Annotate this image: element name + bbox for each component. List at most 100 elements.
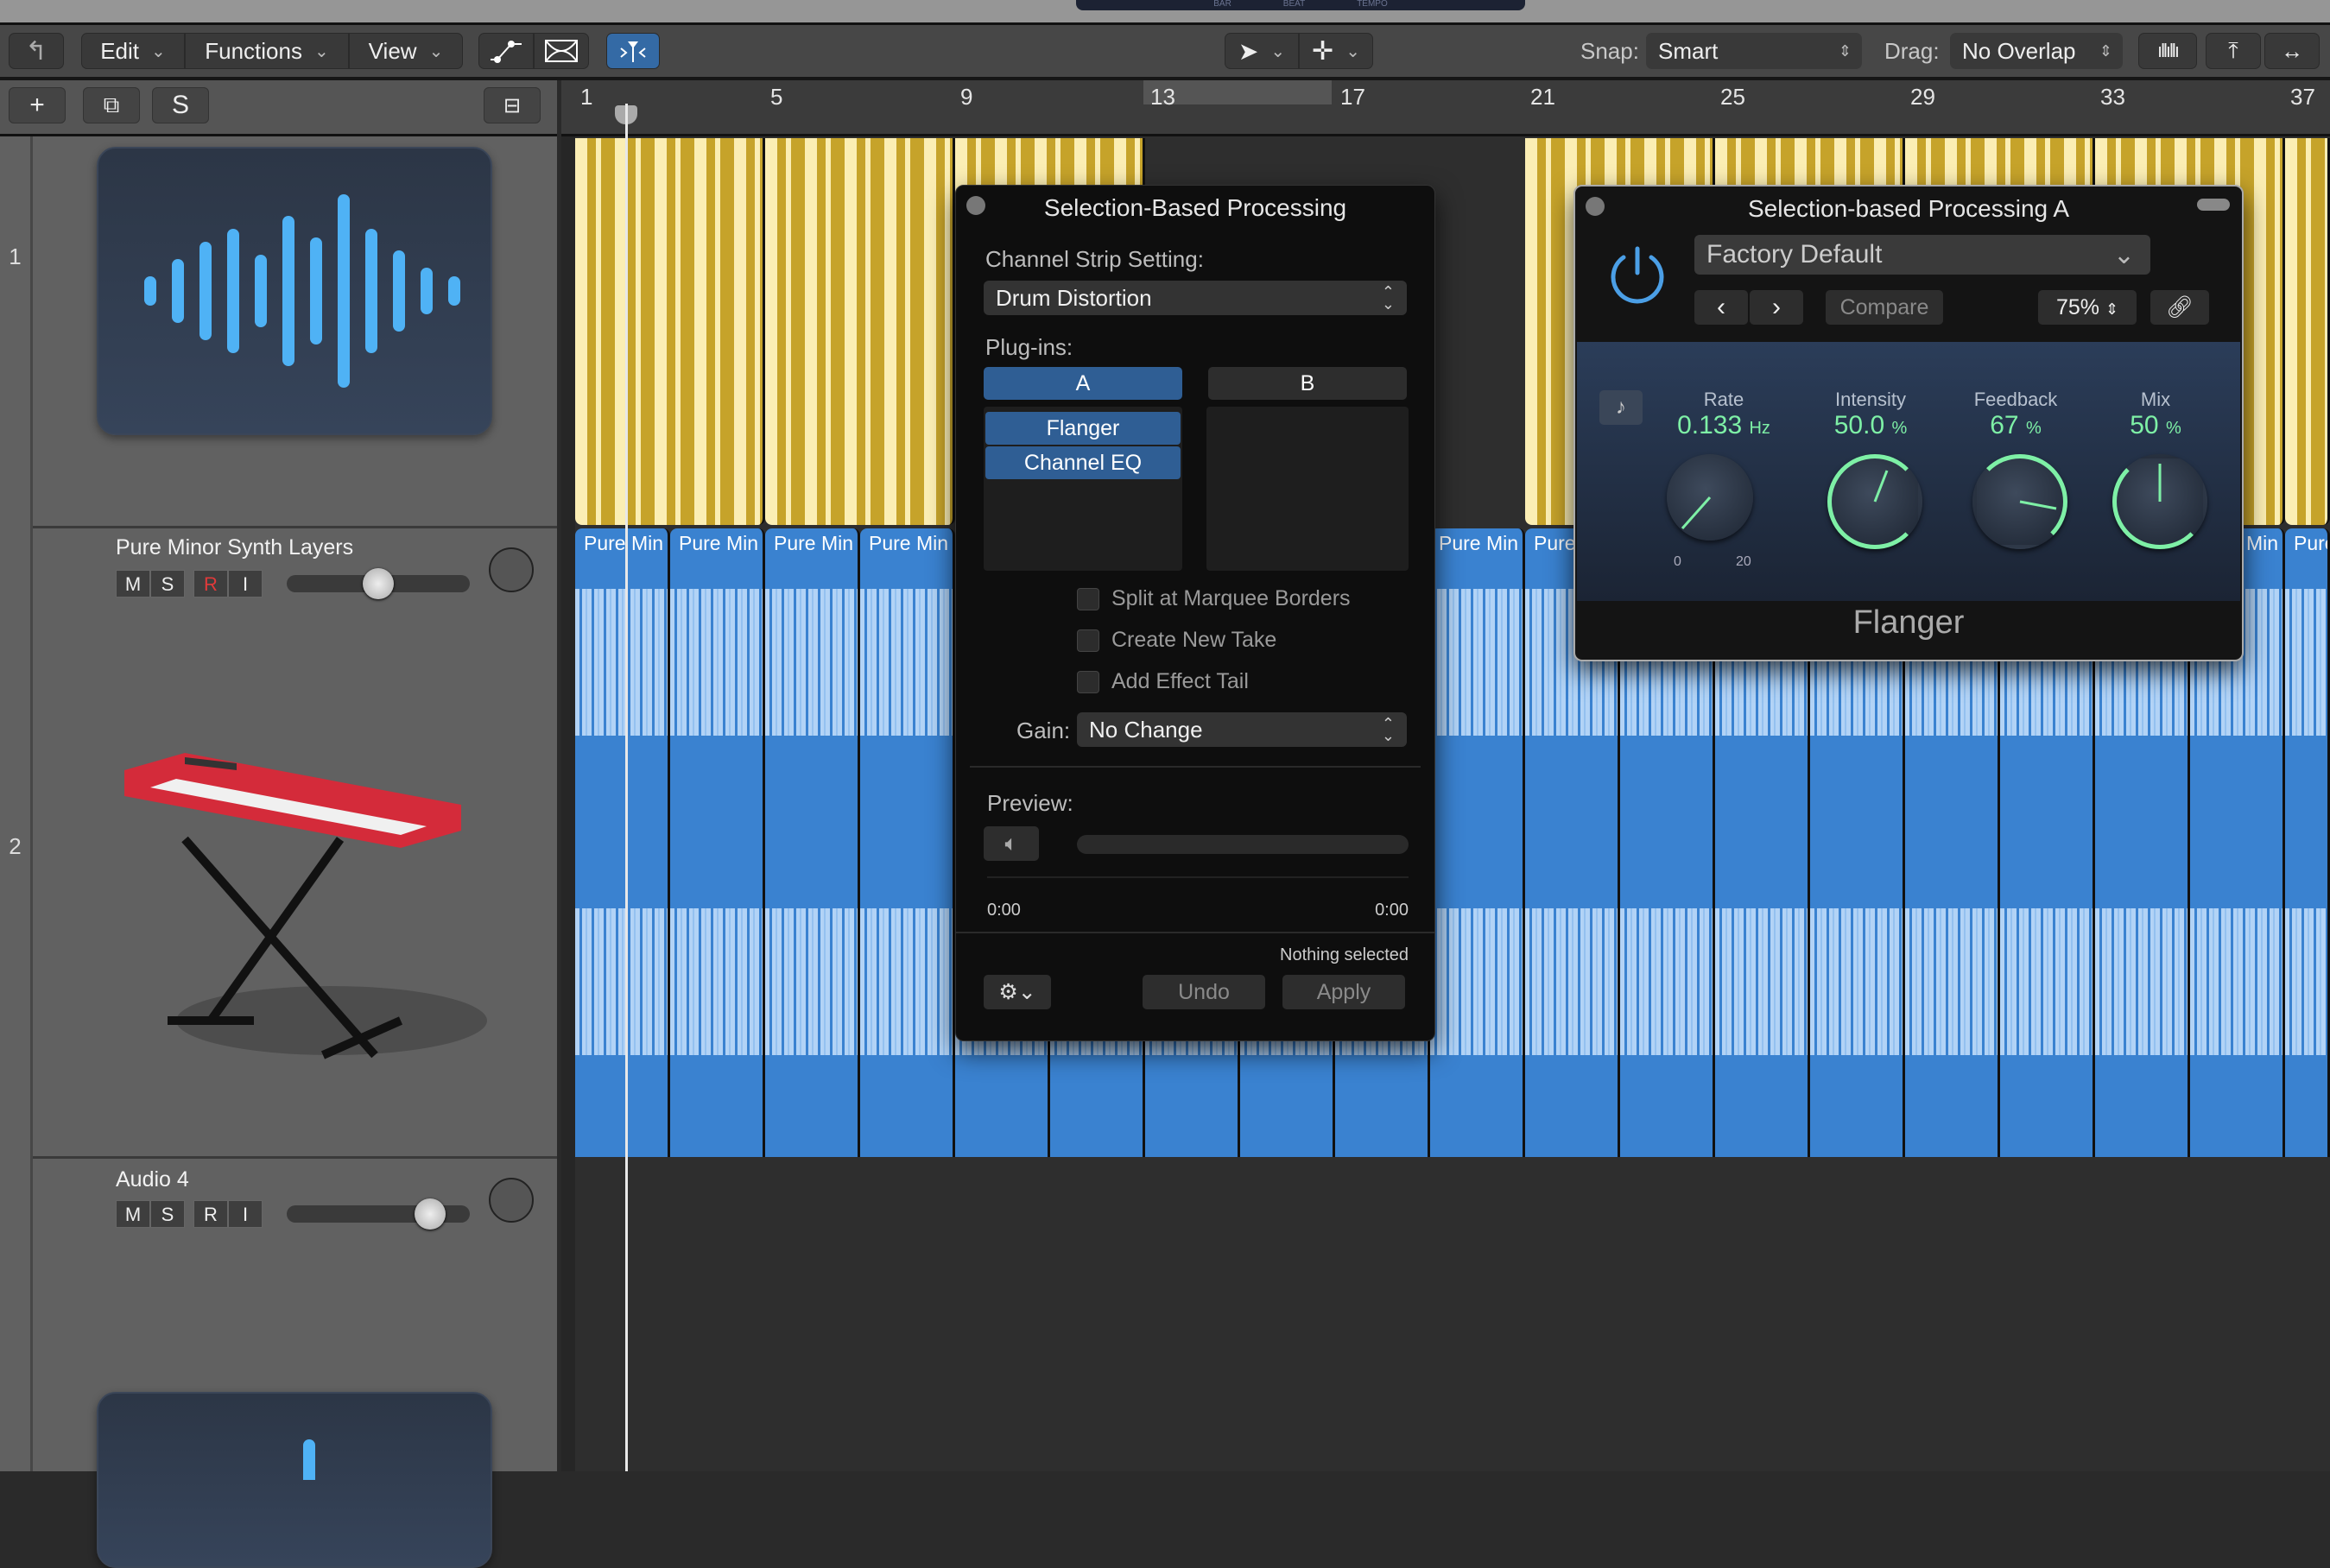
chevron-down-icon: ⌄ xyxy=(1345,41,1360,61)
view-menu[interactable]: View ⌄ xyxy=(349,33,463,69)
next-preset-button[interactable]: › xyxy=(1750,290,1803,325)
param-value[interactable]: 67 % xyxy=(1938,411,2093,440)
checkbox-icon xyxy=(1077,629,1099,652)
drag-select[interactable]: No Overlap ⇕ xyxy=(1950,33,2123,69)
audio-region[interactable]: Pure Min xyxy=(1430,528,1525,1157)
link-button[interactable]: 🔗︎ xyxy=(2150,290,2209,325)
preview-progress[interactable] xyxy=(1077,835,1409,854)
mute-button[interactable]: M xyxy=(116,570,150,597)
tab-a[interactable]: A xyxy=(984,367,1182,400)
plugin-slot-channel-eq[interactable]: Channel EQ xyxy=(985,446,1181,479)
flex-button[interactable] xyxy=(534,33,589,69)
catch-playhead-button[interactable] xyxy=(606,33,660,69)
track-header-1[interactable] xyxy=(33,136,557,528)
audio-region[interactable]: Pure Min xyxy=(575,528,670,1157)
track-buttons: MSRI xyxy=(116,1200,263,1228)
intensity-knob[interactable] xyxy=(1827,454,1922,549)
param-value[interactable]: 50.0 % xyxy=(1793,411,1948,440)
time-end: 0:00 xyxy=(1375,901,1409,920)
feedback-knob[interactable] xyxy=(1972,454,2067,549)
checkbox-icon xyxy=(1077,587,1099,610)
lcd-display[interactable]: BAR BEAT TEMPO xyxy=(1076,0,1525,10)
pan-knob[interactable] xyxy=(489,547,534,592)
audio-region[interactable]: Pure xyxy=(2285,528,2330,1157)
flanger-interface: ♪ Rate 0.133 Hz 0 20 Intensity 50.0 % Fe… xyxy=(1577,342,2240,601)
gain-select[interactable]: No Change ⌃ ⌄ xyxy=(1077,712,1407,747)
mute-button[interactable]: M xyxy=(116,1200,150,1228)
add-effect-tail-checkbox[interactable]: Add Effect Tail xyxy=(1077,669,1249,694)
add-track-button[interactable]: + xyxy=(9,87,66,123)
rate-knob[interactable] xyxy=(1667,454,1753,541)
channel-strip-select[interactable]: Drum Distortion ⌃ ⌄ xyxy=(984,281,1407,315)
solo-button[interactable]: S xyxy=(150,1200,185,1228)
volume-slider[interactable] xyxy=(287,568,470,599)
view-zoom-select[interactable]: 75% ⇕ xyxy=(2038,290,2137,325)
plugin-window: Selection-based Processing A Factory Def… xyxy=(1573,185,2244,661)
preset-select[interactable]: Factory Default ⌄ xyxy=(1694,235,2150,275)
playhead[interactable] xyxy=(625,104,628,1471)
sync-button[interactable]: ♪ xyxy=(1599,390,1643,425)
collapse-button[interactable]: ⊟ xyxy=(484,87,541,123)
chevron-down-icon: ⌄ xyxy=(2112,240,2135,269)
track-header-2[interactable]: Pure Minor Synth Layers MSRI xyxy=(33,528,557,1159)
audio-region[interactable]: Pure Min xyxy=(670,528,765,1157)
power-button[interactable] xyxy=(1603,238,1672,307)
split-marquee-checkbox[interactable]: Split at Marquee Borders xyxy=(1077,586,1351,611)
pointer-tool-menu[interactable]: ➤ ⌄ xyxy=(1225,33,1299,69)
record-button[interactable]: R xyxy=(193,570,228,597)
marquee-tool-menu[interactable]: ✛ ⌄ xyxy=(1299,33,1373,69)
create-new-take-checkbox[interactable]: Create New Take xyxy=(1077,628,1276,653)
snap-select[interactable]: Smart ⇕ xyxy=(1646,33,1862,69)
duplicate-track-button[interactable]: ⧉ xyxy=(83,87,140,123)
global-tracks-button[interactable]: S xyxy=(152,87,209,123)
audio-region[interactable]: Pure Min xyxy=(860,528,955,1157)
track-buttons: MSRI xyxy=(116,570,263,597)
track-icon[interactable] xyxy=(97,1392,492,1568)
undo-button[interactable]: Undo xyxy=(1143,975,1265,1009)
channel-strip-label: Channel Strip Setting: xyxy=(985,246,1204,272)
horizontal-zoom-icon: ↔ xyxy=(2281,37,2303,64)
track-header-3[interactable]: Audio 4 MSRI xyxy=(33,1159,557,1568)
compare-button[interactable]: Compare xyxy=(1826,290,1943,325)
waveform xyxy=(2190,908,2283,1055)
plugin-name: Flanger xyxy=(1852,604,1965,641)
waveform xyxy=(2095,908,2188,1055)
mix-knob[interactable] xyxy=(2112,454,2207,549)
back-button[interactable]: ↰ xyxy=(9,33,64,69)
volume-thumb[interactable] xyxy=(363,568,394,599)
vertical-zoom-button[interactable]: ⤒ xyxy=(2206,33,2261,69)
s-label: S xyxy=(171,91,189,119)
param-value[interactable]: 0.133 Hz xyxy=(1646,411,1801,440)
automation-button[interactable] xyxy=(478,33,534,69)
value-unit: % xyxy=(1891,419,1908,438)
bar-ruler[interactable]: 1 5 9 13 17 21 25 29 33 37 xyxy=(561,80,2330,136)
preview-play-button[interactable]: 🔈︎ xyxy=(984,826,1039,861)
pan-knob[interactable] xyxy=(489,1178,534,1223)
track-icon[interactable] xyxy=(97,147,492,435)
input-monitor-button[interactable]: I xyxy=(228,1200,263,1228)
track-name[interactable]: Pure Minor Synth Layers xyxy=(116,535,353,560)
preview-timeline[interactable] xyxy=(987,876,1409,878)
tab-b[interactable]: B xyxy=(1208,367,1407,400)
chevron-down-icon: ⌄ xyxy=(428,41,444,61)
plugin-slot-flanger[interactable]: Flanger xyxy=(985,412,1181,445)
audio-region[interactable] xyxy=(765,138,955,525)
input-monitor-button[interactable]: I xyxy=(228,570,263,597)
record-button[interactable]: R xyxy=(193,1200,228,1228)
functions-menu[interactable]: Functions ⌄ xyxy=(185,33,349,69)
audio-region[interactable] xyxy=(2285,138,2330,525)
track-name[interactable]: Audio 4 xyxy=(116,1167,189,1192)
audio-region[interactable]: Pure Min xyxy=(765,528,860,1157)
horizontal-zoom-button[interactable]: ↔ xyxy=(2264,33,2320,69)
settings-menu-button[interactable]: ⚙︎⌄ xyxy=(984,975,1051,1009)
volume-thumb[interactable] xyxy=(415,1198,446,1230)
waveform-zoom-button[interactable]: ıllıllı xyxy=(2138,33,2197,69)
edit-menu[interactable]: Edit ⌄ xyxy=(81,33,185,69)
track-number-column xyxy=(0,136,33,1471)
param-value[interactable]: 50 % xyxy=(2078,411,2233,440)
volume-slider[interactable] xyxy=(287,1198,470,1230)
apply-button[interactable]: Apply xyxy=(1282,975,1405,1009)
solo-button[interactable]: S xyxy=(150,570,185,597)
audio-region[interactable] xyxy=(575,138,765,525)
previous-preset-button[interactable]: ‹ xyxy=(1694,290,1748,325)
